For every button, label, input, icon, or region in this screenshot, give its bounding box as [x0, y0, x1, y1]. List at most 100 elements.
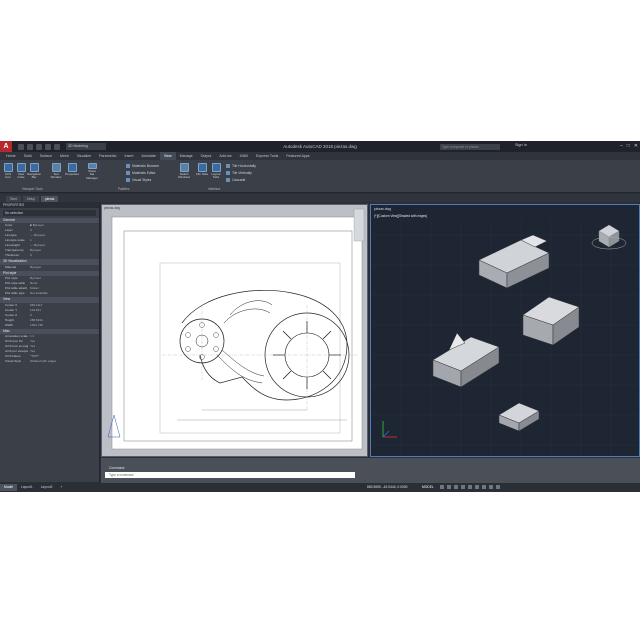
navigation-bar[interactable]: [353, 208, 365, 242]
model-space-toggle[interactable]: MODEL: [422, 484, 434, 491]
new-icon[interactable]: [18, 143, 24, 150]
layout-tab-model[interactable]: Model: [0, 484, 17, 491]
materials-editor-icon: [126, 171, 130, 175]
property-row[interactable]: Width 1401.746: [0, 323, 99, 328]
snap-icon[interactable]: [447, 485, 451, 489]
button-label: Tile Vertically: [232, 171, 252, 175]
materials-browser-button[interactable]: Materials Browser: [126, 164, 159, 168]
tab-parametric[interactable]: Parametric: [95, 152, 120, 160]
button-label: Cascade: [232, 178, 246, 182]
customize-icon[interactable]: [496, 485, 500, 489]
properties-list: General Color ■ ByLayer Layer 0 Linetype — ByL…: [0, 218, 99, 364]
undo-icon[interactable]: [45, 143, 51, 150]
properties-button[interactable]: Properties: [65, 163, 79, 180]
quick-access-toolbar: [18, 143, 60, 150]
workspace-gear-icon[interactable]: [489, 485, 493, 489]
workspace-dropdown[interactable]: 3D Modeling: [66, 143, 106, 150]
button-label: UCS Icon: [4, 172, 12, 180]
text-window-button[interactable]: Text Window: [50, 163, 62, 180]
navigation-bar-button[interactable]: Navigation Bar: [27, 163, 41, 180]
property-row[interactable]: Thickness 0: [0, 253, 99, 258]
viewport-controls[interactable]: [+][Custom View][Shaded with edges]: [374, 214, 427, 218]
window-controls: – □ ✕: [620, 143, 638, 149]
properties-palette: PROPERTIES No selection General Color ■ By…: [0, 202, 100, 482]
tile-vertically-button[interactable]: Tile Vertically: [226, 171, 252, 175]
lineweight-icon[interactable]: [475, 485, 479, 489]
property-row[interactable]: Plot table type Not available: [0, 291, 99, 296]
sheet-set-manager-button[interactable]: Sheet Set Manager: [86, 163, 98, 180]
visual-styles-button[interactable]: Visual Styles: [126, 178, 151, 182]
tab-surface[interactable]: Surface: [36, 152, 56, 160]
save-icon[interactable]: [36, 143, 42, 150]
file-tabs-button[interactable]: File Tabs: [196, 163, 208, 180]
viewport-2d-drawing[interactable]: piezas.dwg: [101, 204, 368, 457]
part-small-bracket: [498, 402, 540, 432]
redo-icon[interactable]: [54, 143, 60, 150]
grid-icon[interactable]: [440, 485, 444, 489]
property-row[interactable]: Material ByLayer: [0, 265, 99, 270]
text-window-icon: [51, 163, 61, 172]
annotation-scale-icon[interactable]: [482, 485, 486, 489]
panel-label-interface: Interface: [208, 187, 221, 191]
file-tabs-icon: [197, 163, 207, 172]
tab-home[interactable]: Home: [2, 152, 20, 160]
close-button[interactable]: ✕: [634, 143, 638, 149]
tab-featured-apps[interactable]: Featured Apps: [282, 152, 313, 160]
tab-manage[interactable]: Manage: [176, 152, 197, 160]
property-value[interactable]: ByLayer: [28, 265, 99, 270]
tile-horizontally-button[interactable]: Tile Horizontally: [226, 164, 256, 168]
model-canvas[interactable]: [371, 205, 639, 456]
ribbon-tab-bar: Home Solid Surface Mesh Visualize Parame…: [0, 152, 640, 160]
ucs-icon: [382, 421, 397, 438]
tab-annotate[interactable]: Annotate: [137, 152, 159, 160]
cascade-button[interactable]: Cascade: [226, 178, 245, 182]
viewcube-icon[interactable]: [591, 224, 627, 250]
add-layout-button[interactable]: +: [56, 484, 66, 491]
button-label: File Tabs: [196, 172, 208, 176]
button-label: Layout Tabs: [211, 172, 221, 180]
viewport-label: piezas.dwg: [104, 206, 120, 210]
property-row[interactable]: Visual Style Shaded with edges: [0, 359, 99, 364]
signin-button[interactable]: Sign In: [515, 143, 527, 147]
property-name: Plot table type: [5, 291, 25, 296]
part-stepped-block: [522, 296, 580, 346]
layout-tab-layout2[interactable]: Layout2: [37, 484, 57, 491]
tab-view[interactable]: View: [159, 152, 176, 160]
status-toggles: [440, 485, 500, 489]
tab-mesh[interactable]: Mesh: [56, 152, 73, 160]
materials-editor-button[interactable]: Materials Editor: [126, 171, 156, 175]
switch-windows-button[interactable]: Switch Windows: [178, 163, 190, 180]
maximize-button[interactable]: □: [627, 143, 630, 149]
search-input[interactable]: Type a keyword or phrase: [440, 144, 500, 150]
tab-insert[interactable]: Insert: [120, 152, 137, 160]
viewport-3d-model[interactable]: piezas.dwg [+][Custom View][Shaded with …: [370, 204, 640, 457]
switch-windows-icon: [179, 163, 189, 172]
layout-tabs-button[interactable]: Layout Tabs: [210, 163, 222, 180]
ucs-icon-button[interactable]: UCS Icon: [2, 163, 14, 180]
tab-output[interactable]: Output: [197, 152, 216, 160]
app-logo-button[interactable]: A: [0, 141, 12, 152]
tab-visualize[interactable]: Visualize: [73, 152, 95, 160]
tab-solid[interactable]: Solid: [20, 152, 36, 160]
property-value[interactable]: Shaded with edges: [28, 359, 99, 364]
open-icon[interactable]: [27, 143, 33, 150]
view-cube-button[interactable]: View Cube: [15, 163, 27, 180]
property-value[interactable]: 0: [28, 253, 99, 258]
tab-express-tools[interactable]: Express Tools: [252, 152, 282, 160]
layout-tabs-icon: [211, 163, 221, 172]
tab-a360[interactable]: A360: [236, 152, 252, 160]
panel-label-palettes: Palettes: [118, 187, 130, 191]
property-value[interactable]: 1401.746: [28, 323, 99, 328]
osnap-icon[interactable]: [468, 485, 472, 489]
polar-icon[interactable]: [461, 485, 465, 489]
button-label: Materials Editor: [132, 171, 156, 175]
selection-dropdown[interactable]: No selection: [3, 210, 96, 216]
drawing-canvas[interactable]: [102, 205, 367, 456]
tab-add-ins[interactable]: Add-ins: [215, 152, 235, 160]
command-input[interactable]: Type a command: [105, 472, 355, 478]
property-value[interactable]: Not available: [28, 291, 99, 296]
layout-tab-layout1[interactable]: Layout1: [17, 484, 37, 491]
ortho-icon[interactable]: [454, 485, 458, 489]
visual-styles-icon: [126, 178, 130, 182]
minimize-button[interactable]: –: [620, 143, 623, 149]
